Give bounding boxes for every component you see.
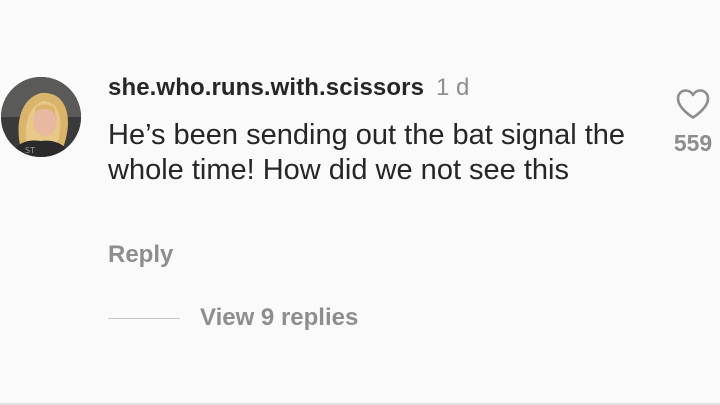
comment-timestamp: 1 d	[436, 74, 470, 101]
reply-button[interactable]: Reply	[108, 241, 173, 269]
view-replies-button[interactable]: View 9 replies	[108, 304, 358, 332]
heart-outline-icon[interactable]	[675, 88, 711, 120]
comment-text: He’s been sending out the bat signal the…	[108, 119, 626, 186]
comment-header: she.who.runs.with.scissors 1 d	[108, 74, 469, 104]
view-replies-label: View 9 replies	[200, 304, 359, 331]
svg-text:ST: ST	[25, 146, 35, 155]
replies-divider	[108, 317, 180, 319]
username-link[interactable]: she.who.runs.with.scissors	[108, 74, 424, 102]
like-section: 559	[666, 88, 720, 157]
comment-item: ST she.who.runs.with.scissors 1 d He’s b…	[0, 0, 720, 405]
avatar[interactable]: ST	[1, 77, 81, 157]
avatar-photo-icon: ST	[1, 77, 81, 157]
like-count: 559	[673, 130, 713, 156]
